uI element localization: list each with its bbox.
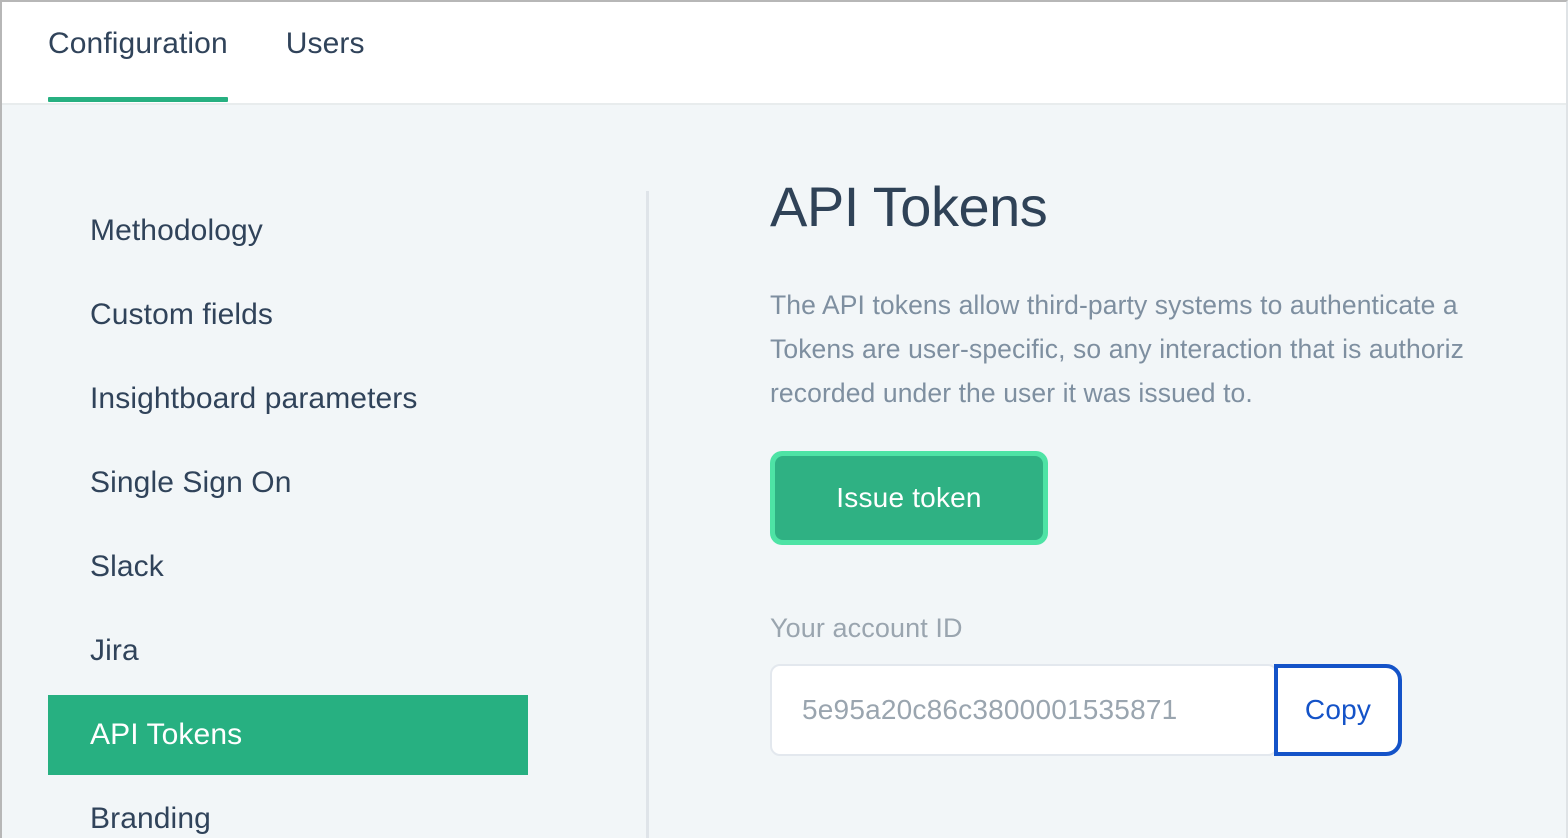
account-id-label: Your account ID: [770, 613, 963, 643]
sidebar-item-label: API Tokens: [90, 718, 243, 751]
sidebar-item-slack[interactable]: Slack: [48, 527, 528, 607]
account-id-row: Copy: [770, 664, 1402, 756]
tab-configuration[interactable]: Configuration: [48, 2, 228, 105]
sidebar-item-label: Custom fields: [90, 298, 274, 331]
sidebar-item-label: Slack: [90, 550, 164, 583]
sidebar-item-custom-fields[interactable]: Custom fields: [48, 275, 528, 355]
issue-token-focus-ring: Issue token: [770, 451, 1048, 545]
sidebar-item-label: Methodology: [90, 214, 263, 247]
top-tab-bar: Configuration Users: [2, 2, 1566, 105]
sidebar-item-api-tokens[interactable]: API Tokens: [48, 695, 528, 775]
copy-button[interactable]: Copy: [1274, 664, 1402, 756]
body-area: Methodology Custom fields Insightboard p…: [2, 107, 1566, 838]
sidebar-item-single-sign-on[interactable]: Single Sign On: [48, 443, 528, 523]
application-window: Configuration Users Methodology Custom f…: [0, 0, 1568, 838]
sidebar-item-insightboard-parameters[interactable]: Insightboard parameters: [48, 359, 528, 439]
main-content-panel: API Tokens The API tokens allow third-pa…: [648, 107, 1566, 838]
page-description: The API tokens allow third-party systems…: [770, 290, 1464, 408]
tab-users[interactable]: Users: [286, 2, 365, 105]
settings-sidebar: Methodology Custom fields Insightboard p…: [2, 107, 648, 838]
issue-token-button[interactable]: Issue token: [775, 456, 1043, 540]
account-id-block: Your account ID Copy: [770, 613, 1566, 756]
sidebar-item-label: Insightboard parameters: [90, 382, 418, 415]
sidebar-item-label: Jira: [90, 634, 139, 667]
sidebar-item-label: Branding: [90, 802, 211, 835]
sidebar-item-branding[interactable]: Branding: [48, 779, 528, 838]
page-title: API Tokens: [770, 175, 1048, 238]
sidebar-item-label: Single Sign On: [90, 466, 292, 499]
sidebar-item-methodology[interactable]: Methodology: [48, 191, 528, 271]
account-id-input[interactable]: [770, 664, 1278, 756]
sidebar-item-jira[interactable]: Jira: [48, 611, 528, 691]
